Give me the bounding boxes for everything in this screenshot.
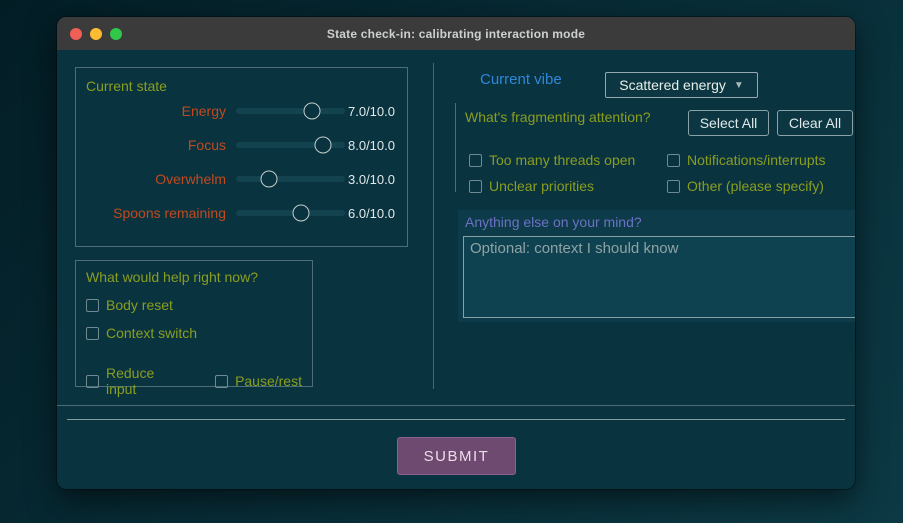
checkbox-context-switch[interactable]: Context switch [86,325,302,341]
overwhelm-label: Overwhelm [86,171,236,187]
help-row: Reduce input Pause/rest [86,353,302,397]
checkbox-label: Reduce input [106,365,183,397]
notes-section: Anything else on your mind? [458,210,855,322]
checkbox-notifications[interactable]: Notifications/interrupts [667,152,826,168]
slider-row-energy: Energy 7.0/10.0 [86,94,395,128]
checkbox-reduce-input[interactable]: Reduce input [86,365,183,397]
spoons-value: 6.0/10.0 [345,206,395,221]
checkbox-label: Context switch [106,325,197,341]
content-separator [57,405,855,406]
fragmenting-row: Too many threads open Notifications/inte… [469,147,855,173]
vibe-dropdown[interactable]: Scattered energy ▼ [605,72,758,98]
checkbox-label: Unclear priorities [489,178,594,194]
zoom-button[interactable] [110,28,122,40]
energy-value: 7.0/10.0 [345,104,395,119]
checkbox-icon[interactable] [469,154,482,167]
notes-label: Anything else on your mind? [465,214,642,230]
slider-track[interactable] [236,210,345,216]
checkbox-icon[interactable] [86,327,99,340]
slider-row-focus: Focus 8.0/10.0 [86,128,395,162]
checkbox-body-reset[interactable]: Body reset [86,297,302,313]
fragmenting-options: Too many threads open Notifications/inte… [469,147,855,199]
checkbox-too-many-threads[interactable]: Too many threads open [469,152,667,168]
focus-label: Focus [86,137,236,153]
fragmenting-row: Unclear priorities Other (please specify… [469,173,855,199]
fragmenting-question: What's fragmenting attention? [465,109,651,125]
slider-row-spoons: Spoons remaining 6.0/10.0 [86,196,395,230]
checkbox-pause-rest[interactable]: Pause/rest [215,365,302,397]
checkbox-label: Other (please specify) [687,178,824,194]
checkbox-icon[interactable] [667,180,680,193]
slider-handle[interactable] [260,171,277,188]
focus-value: 8.0/10.0 [345,138,395,153]
checkbox-label: Notifications/interrupts [687,152,826,168]
help-panel-title: What would help right now? [86,269,302,285]
overwhelm-value: 3.0/10.0 [345,172,395,187]
slider-track[interactable] [236,176,345,182]
vibe-selected-value: Scattered energy [619,77,726,93]
close-button[interactable] [70,28,82,40]
submit-button[interactable]: SUBMIT [397,437,516,475]
column-divider [433,63,434,389]
checkbox-unclear-priorities[interactable]: Unclear priorities [469,178,667,194]
chevron-down-icon: ▼ [734,80,744,91]
spoons-slider[interactable] [236,204,345,222]
fragmenting-group-border [455,103,456,192]
slider-handle[interactable] [304,103,321,120]
checkbox-other-specify[interactable]: Other (please specify) [667,178,824,194]
current-state-title: Current state [86,78,395,94]
notes-textarea[interactable] [463,236,855,318]
help-panel: What would help right now? Body reset Co… [75,260,313,387]
checkbox-icon[interactable] [215,375,228,388]
current-vibe-label: Current vibe [480,71,562,88]
slider-track[interactable] [236,108,345,114]
slider-handle[interactable] [315,137,332,154]
checkbox-label: Too many threads open [489,152,635,168]
clear-all-button[interactable]: Clear All [777,110,853,136]
checkbox-label: Pause/rest [235,373,302,389]
slider-handle[interactable] [293,205,310,222]
spoons-label: Spoons remaining [86,205,236,221]
checkbox-icon[interactable] [86,299,99,312]
checkbox-icon[interactable] [667,154,680,167]
slider-row-overwhelm: Overwhelm 3.0/10.0 [86,162,395,196]
traffic-lights [70,17,122,50]
minimize-button[interactable] [90,28,102,40]
checkbox-icon[interactable] [86,375,99,388]
footer-separator [67,419,845,420]
current-state-panel: Current state Energy 7.0/10.0 Focus 8.0/… [75,67,408,247]
checkin-window: State check-in: calibrating interaction … [57,17,855,489]
overwhelm-slider[interactable] [236,170,345,188]
select-all-button[interactable]: Select All [688,110,769,136]
energy-label: Energy [86,103,236,119]
window-title: State check-in: calibrating interaction … [327,27,585,41]
focus-slider[interactable] [236,136,345,154]
checkbox-icon[interactable] [469,180,482,193]
checkbox-label: Body reset [106,297,173,313]
energy-slider[interactable] [236,102,345,120]
title-bar[interactable]: State check-in: calibrating interaction … [57,17,855,50]
